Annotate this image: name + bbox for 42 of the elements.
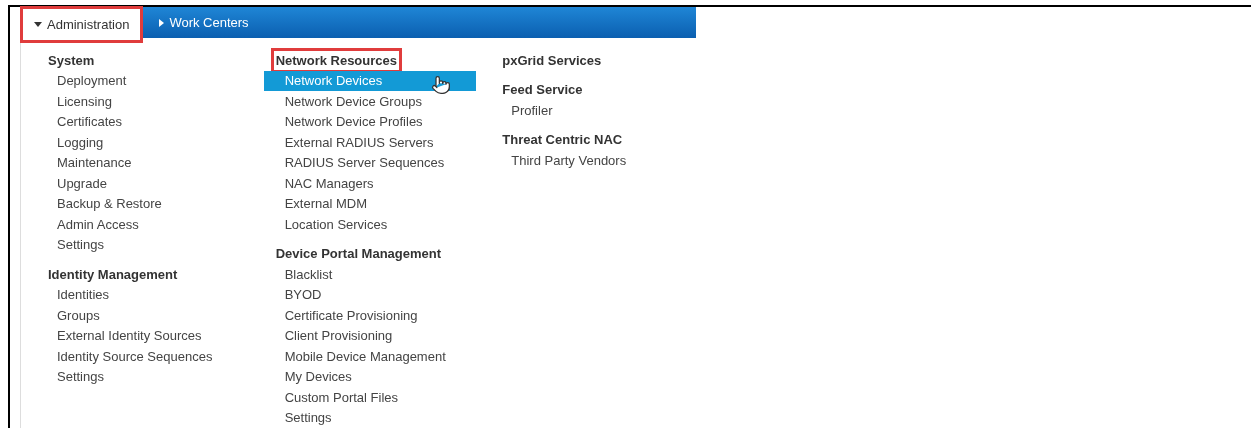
menu-link[interactable]: Settings — [48, 366, 104, 387]
menu-link[interactable]: Groups — [48, 305, 100, 326]
menu-link[interactable]: Location Services — [275, 214, 388, 235]
menu-tab[interactable]: Administration — [22, 8, 142, 41]
menu-link[interactable]: Upgrade — [48, 173, 107, 194]
group-heading: Device Portal Management — [275, 245, 442, 263]
menu-link[interactable]: Logging — [48, 132, 104, 153]
menu-link[interactable]: Third Party Vendors — [502, 150, 627, 171]
group-heading: Network Resources — [273, 50, 399, 70]
menu-link[interactable]: NAC Managers — [275, 173, 374, 194]
menu-tab[interactable]: Work Centers — [147, 7, 261, 38]
menu-link[interactable]: Blacklist — [275, 264, 333, 285]
menu-link[interactable]: External MDM — [275, 193, 367, 214]
menu-link[interactable]: BYOD — [275, 284, 322, 305]
menu-link[interactable]: Settings — [275, 407, 332, 428]
menu-link[interactable]: Settings — [48, 234, 104, 255]
menu-link[interactable]: Licensing — [48, 91, 112, 112]
group-heading: Threat Centric NAC — [502, 131, 623, 149]
group-heading: System — [48, 51, 95, 70]
menu-link[interactable]: RADIUS Server Sequences — [275, 152, 445, 173]
menu-link[interactable]: Network Device Groups — [275, 91, 422, 112]
menu-link[interactable]: External Identity Sources — [48, 325, 202, 346]
menu-link[interactable]: Mobile Device Management — [275, 346, 446, 367]
menu-link[interactable]: Maintenance — [48, 152, 132, 173]
group-heading: Feed Service — [502, 81, 583, 99]
menu-link[interactable]: Admin Access — [48, 214, 139, 235]
menu-link[interactable]: Network Device Profiles — [275, 111, 423, 132]
menu-link[interactable]: Certificates — [48, 111, 123, 132]
menu-link[interactable]: Backup & Restore — [48, 193, 162, 214]
group-heading: Identity Management — [48, 265, 178, 284]
caret-right-icon — [159, 18, 165, 27]
menu-link[interactable]: Profiler — [502, 100, 553, 121]
menu-link[interactable]: My Devices — [275, 366, 352, 387]
menu-link[interactable]: Client Provisioning — [275, 325, 393, 346]
menu-link[interactable]: Identity Source Sequences — [48, 346, 213, 367]
group-heading: pxGrid Services — [502, 51, 602, 70]
menu-link[interactable]: Certificate Provisioning — [275, 305, 418, 326]
caret-down-icon — [34, 22, 42, 27]
menu-link[interactable]: Identities — [48, 284, 110, 305]
menu-link[interactable]: Deployment — [48, 70, 127, 91]
menu-link[interactable]: External RADIUS Servers — [275, 132, 434, 153]
menu-link[interactable]: Custom Portal Files — [275, 387, 399, 408]
